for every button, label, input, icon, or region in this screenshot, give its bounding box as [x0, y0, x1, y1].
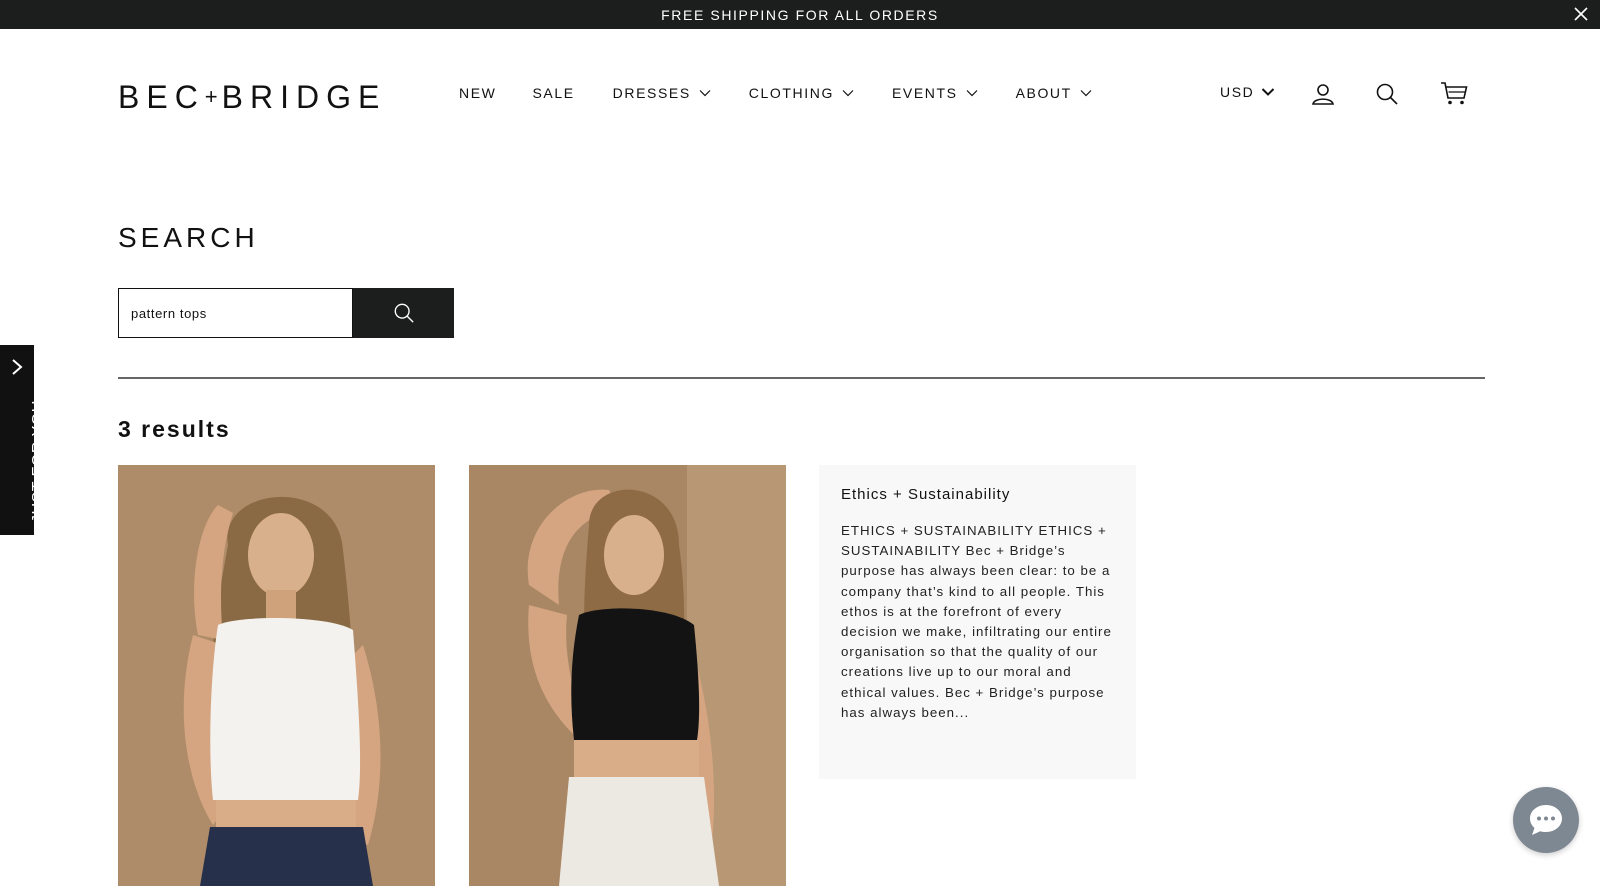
- currency-label: USD: [1220, 84, 1255, 100]
- search-icon: [394, 303, 414, 323]
- cart-icon[interactable]: [1440, 80, 1468, 106]
- close-icon[interactable]: [1572, 5, 1590, 23]
- currency-selector[interactable]: USD: [1220, 84, 1275, 100]
- divider: [118, 377, 1485, 379]
- chat-button[interactable]: [1513, 787, 1579, 853]
- product-image[interactable]: [118, 465, 435, 886]
- header-utilities: USD: [0, 80, 1600, 110]
- account-icon[interactable]: [1311, 82, 1335, 106]
- page-result-title[interactable]: Ethics + Sustainability: [841, 485, 1114, 505]
- chat-icon: [1530, 805, 1562, 835]
- chevron-down-icon: [1262, 88, 1275, 96]
- site-header: BEC+BRIDGE NEW SALE DRESSES CLOTHING EVE…: [0, 29, 1600, 157]
- product-card[interactable]: [469, 465, 786, 886]
- page-title: SEARCH: [118, 222, 259, 253]
- just-for-you-label: JUST FOR YOU: [30, 400, 47, 523]
- announcement-bar: FREE SHIPPING FOR ALL ORDERS: [0, 0, 1600, 29]
- announcement-text: FREE SHIPPING FOR ALL ORDERS: [661, 6, 939, 23]
- search-input[interactable]: [118, 288, 353, 338]
- page-result-excerpt: ETHICS + SUSTAINABILITY ETHICS + SUSTAIN…: [841, 523, 1112, 720]
- product-image[interactable]: [469, 465, 786, 886]
- search-icon[interactable]: [1375, 82, 1399, 106]
- results-count: 3 results: [118, 416, 231, 442]
- page-result-card[interactable]: Ethics + Sustainability ETHICS + SUSTAIN…: [819, 465, 1136, 779]
- just-for-you-tab[interactable]: JUST FOR YOU: [0, 345, 47, 535]
- product-card[interactable]: [118, 465, 435, 886]
- search-form: [118, 288, 454, 338]
- chevron-right-icon: [12, 359, 23, 375]
- search-submit-button[interactable]: [353, 288, 454, 338]
